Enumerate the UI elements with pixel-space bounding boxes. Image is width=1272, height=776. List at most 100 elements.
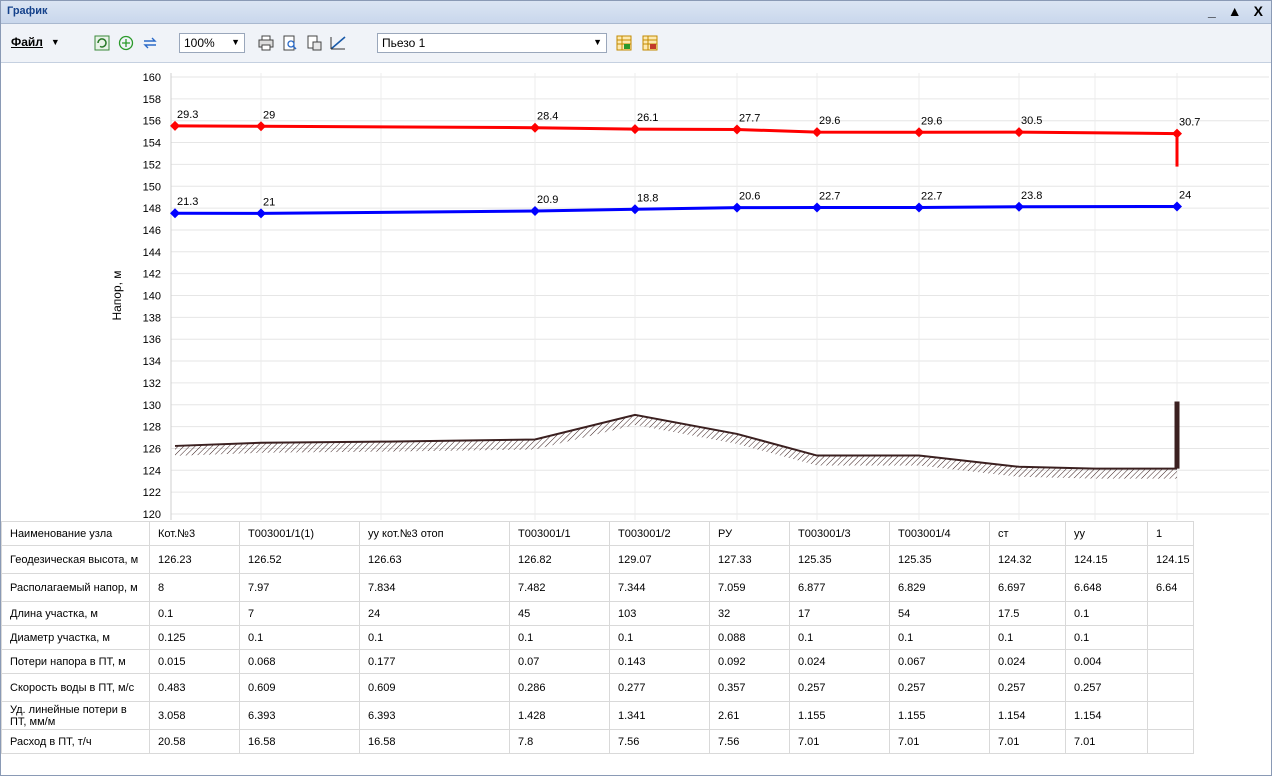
table-cell: 125.35	[889, 545, 990, 574]
row-header: Потери напора в ПТ, м	[1, 649, 150, 674]
table-cell: 1.154	[1065, 701, 1148, 730]
y-tick-label: 156	[143, 116, 161, 128]
parameters-table: Наименование узла Кот.№3 Т003001/1(1) уу ко…	[1, 521, 1271, 754]
data-point	[630, 204, 640, 215]
table-row: Длина участка, м 0.1 7 24 45 103 32 17 54 17.5 0.1	[1, 601, 1194, 626]
table-cell: 45	[509, 601, 610, 626]
table-cell: 1.341	[609, 701, 710, 730]
table-row: Располагаемый напор, м 8 7.97 7.834 7.482 7.3…	[1, 573, 1194, 602]
table-cell: Т003001/2	[609, 521, 710, 546]
table-cell: 0.483	[149, 673, 240, 702]
y-tick-label: 134	[143, 356, 161, 368]
data-point	[732, 124, 742, 135]
row-header: Диаметр участка, м	[1, 625, 150, 650]
table-cell: 0.024	[789, 649, 890, 674]
data-label: 20.6	[739, 191, 760, 203]
table-cell: 126.63	[359, 545, 510, 574]
table-cell: 0.125	[149, 625, 240, 650]
piezometric-chart: 120 122 124 126 128 130 132 134 136 138 140 142 144 1…	[1, 63, 1271, 521]
table-cell: 8	[149, 573, 240, 602]
table-cell: 0.357	[709, 673, 790, 702]
table-cell: 124.15	[1065, 545, 1148, 574]
window-controls: _ ▲ X	[1208, 3, 1263, 19]
table-cell: 0.1	[1065, 601, 1148, 626]
table-export-icon[interactable]	[615, 34, 633, 52]
table-row: Наименование узла Кот.№3 Т003001/1(1) уу ко…	[1, 521, 1194, 546]
table-cell: 1	[1147, 521, 1194, 546]
table-cell: 7	[239, 601, 360, 626]
y-tick-label: 160	[143, 72, 161, 84]
table-cell: 0.257	[989, 673, 1066, 702]
data-point	[914, 127, 924, 138]
table-cell: 0.277	[609, 673, 710, 702]
table-import-icon[interactable]	[641, 34, 659, 52]
row-header: Скорость воды в ПТ, м/с	[1, 673, 150, 702]
chart-canvas: 120 122 124 126 128 130 132 134 136 138 140 142 144 1…	[110, 72, 1269, 521]
swap-icon[interactable]	[141, 34, 159, 52]
table-cell: 7.8	[509, 729, 610, 754]
data-label: 21.3	[177, 196, 198, 208]
table-cell: 32	[709, 601, 790, 626]
close-button[interactable]: X	[1254, 3, 1263, 19]
data-label: 28.4	[537, 111, 558, 123]
y-axis-label: Напор, м	[110, 270, 124, 320]
table-cell: 0.257	[1065, 673, 1148, 702]
table-cell: 0.143	[609, 649, 710, 674]
table-cell	[1147, 601, 1194, 626]
table-cell: 126.52	[239, 545, 360, 574]
minimize-button[interactable]: _	[1208, 3, 1216, 19]
table-cell: 6.393	[239, 701, 360, 730]
table-cell: 0.257	[889, 673, 990, 702]
table-cell: Т003001/1	[509, 521, 610, 546]
table-cell: 0.1	[789, 625, 890, 650]
row-header: Расход в ПТ, т/ч	[1, 729, 150, 754]
table-cell: 7.01	[989, 729, 1066, 754]
data-label: 30.5	[1021, 115, 1042, 127]
refresh-icon[interactable]	[93, 34, 111, 52]
table-cell: 0.609	[239, 673, 360, 702]
table-cell: Т003001/1(1)	[239, 521, 360, 546]
table-cell: 0.1	[989, 625, 1066, 650]
file-menu[interactable]: Файл ▼	[11, 35, 60, 49]
table-cell: 0.088	[709, 625, 790, 650]
table-cell: Т003001/4	[889, 521, 990, 546]
table-row: Уд. линейные потери в ПТ, мм/м 3.058 6.393…	[1, 701, 1194, 730]
table-cell	[1147, 729, 1194, 754]
zoom-select[interactable]: 100% ▼	[179, 33, 245, 53]
table-cell	[1147, 673, 1194, 702]
table-row: Расход в ПТ, т/ч 20.58 16.58 16.58 7.8 7.56 7.…	[1, 729, 1194, 754]
print-icon[interactable]	[257, 34, 275, 52]
table-cell: 6.697	[989, 573, 1066, 602]
row-header: Уд. линейные потери в ПТ, мм/м	[1, 701, 150, 730]
ground-hatch	[175, 414, 1177, 479]
data-label: 29.6	[819, 115, 840, 127]
chart-settings-icon[interactable]	[329, 34, 347, 52]
y-tick-label: 148	[143, 203, 161, 215]
data-label: 21	[263, 196, 275, 208]
table-cell: РУ	[709, 521, 790, 546]
data-point	[1014, 201, 1024, 212]
y-tick-label: 142	[143, 269, 161, 281]
maximize-button[interactable]: ▲	[1228, 3, 1242, 19]
profile-select[interactable]: Пьезо 1 ▼	[377, 33, 607, 53]
table-cell: 1.155	[789, 701, 890, 730]
graph-window: График _ ▲ X Файл ▼ 100% ▼ Пьезо 1 ▼ 120…	[0, 0, 1272, 776]
table-cell: 129.07	[609, 545, 710, 574]
table-cell: 16.58	[239, 729, 360, 754]
y-tick-label: 120	[143, 509, 161, 521]
export-icon[interactable]	[305, 34, 323, 52]
table-cell: 0.257	[789, 673, 890, 702]
table-cell: 16.58	[359, 729, 510, 754]
toolbar: Файл ▼ 100% ▼ Пьезо 1 ▼	[1, 24, 1271, 63]
table-cell: 127.33	[709, 545, 790, 574]
table-cell: 103	[609, 601, 710, 626]
table-cell	[1147, 701, 1194, 730]
window-title: График	[7, 5, 48, 17]
table-cell: 6.393	[359, 701, 510, 730]
table-cell: 0.177	[359, 649, 510, 674]
add-icon[interactable]	[117, 34, 135, 52]
table-cell: 0.1	[239, 625, 360, 650]
table-cell: 7.059	[709, 573, 790, 602]
table-cell: 20.58	[149, 729, 240, 754]
print-preview-icon[interactable]	[281, 34, 299, 52]
